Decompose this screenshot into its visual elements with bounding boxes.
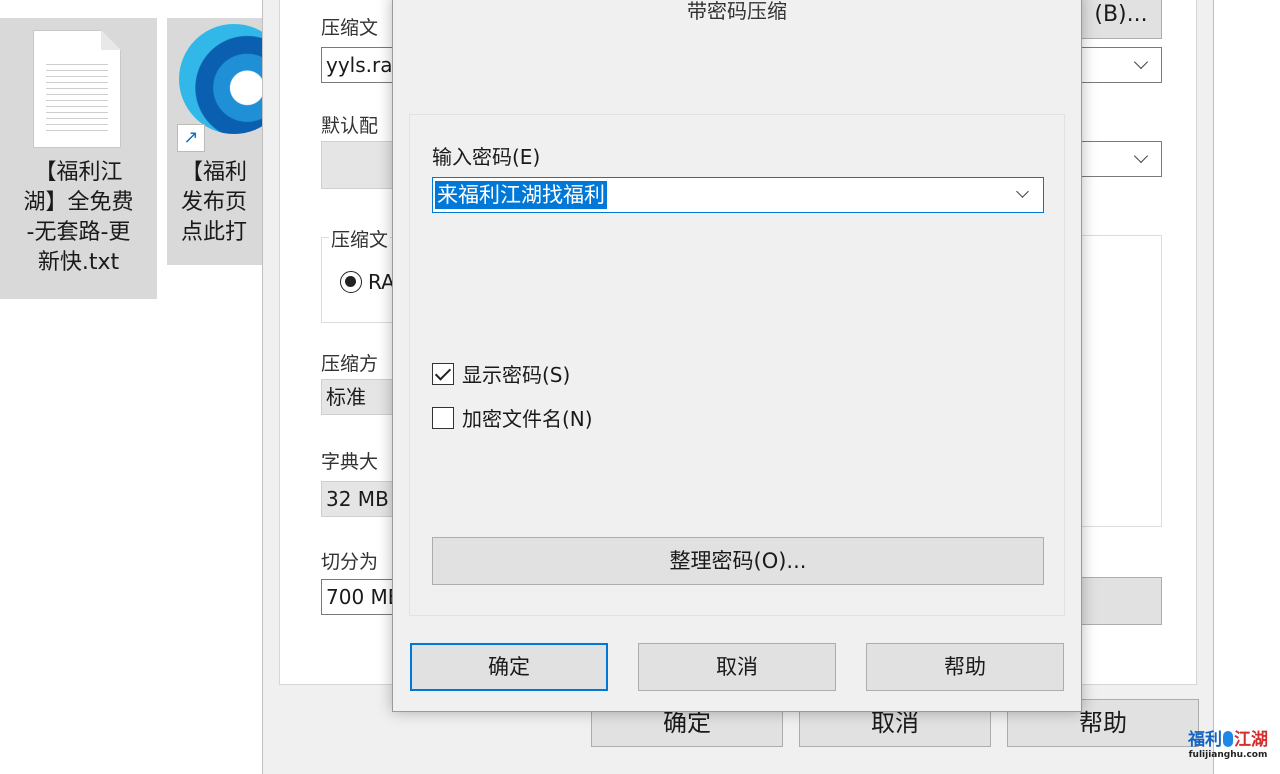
profiles-button[interactable] [321,141,401,189]
archive-name-dropdown[interactable] [1080,47,1162,83]
enter-password-label: 输入密码(E) [432,145,541,169]
radio-selected-icon [340,271,362,293]
split-volumes-label: 切分为 [321,551,379,573]
dictionary-size-select[interactable]: 32 MB [321,481,401,517]
checkbox-unchecked-icon [432,406,454,429]
chevron-down-icon [1133,54,1149,70]
show-password-label: 显示密码(S) [462,363,571,387]
checkbox-checked-icon [432,362,454,385]
desktop-icon-label: 【福利江 湖】全免费 -无套路-更 新快.txt [23,160,134,275]
site-watermark-logo: 福利 江湖 fulijianghu.com [1183,730,1273,760]
set-password-button[interactable] [1080,577,1162,625]
edge-browser-icon [179,24,263,134]
format-rar-radio[interactable]: RA [340,270,395,294]
show-password-checkbox[interactable]: 显示密码(S) [432,359,570,388]
format-option-label: RA [368,270,395,294]
encrypt-filenames-checkbox[interactable]: 加密文件名(N) [432,403,593,432]
watermark-text: 福利 江湖 [1183,730,1273,750]
dictionary-size-label: 字典大 [321,451,379,473]
mouse-icon [1223,731,1233,747]
watermark-domain: fulijianghu.com [1188,750,1268,760]
watermark-left: 福利 [1188,730,1222,750]
password-input[interactable]: 来福利江湖找福利 [432,177,1044,213]
default-profile-label: 默认配 [321,115,379,137]
archive-name-input[interactable]: yyls.rar [321,47,401,83]
split-volumes-input[interactable]: 700 MB [321,579,401,615]
desktop-icon-edge-shortcut[interactable]: ↗ 【福利 发布页 点此打 [167,18,263,265]
archive-name-label: 压缩文 [321,17,379,39]
desktop-icon-label: 【福利 发布页 点此打 [181,160,248,245]
ok-button[interactable]: 确定 [410,643,608,691]
password-group: 输入密码(E) 来福利江湖找福利 显示密码(S) 加密文件名(N) 整理密码(O… [409,114,1065,616]
chevron-down-icon[interactable] [1016,185,1029,198]
desktop-icon-txt-file[interactable]: 【福利江 湖】全免费 -无套路-更 新快.txt [0,18,157,299]
compression-method-select[interactable]: 标准 [321,379,401,415]
update-mode-dropdown[interactable] [1080,141,1162,177]
chevron-down-icon [1133,148,1149,164]
help-button[interactable]: 帮助 [866,643,1064,691]
cancel-button[interactable]: 取消 [638,643,836,691]
compression-method-label: 压缩方 [321,353,379,375]
text-file-icon [33,30,121,148]
browse-button[interactable]: (B)... [1080,0,1162,39]
watermark-right: 江湖 [1234,730,1268,750]
shortcut-arrow-icon: ↗ [177,124,205,152]
dialog-title: 带密码压缩 [687,0,787,23]
encrypt-filenames-label: 加密文件名(N) [462,407,593,431]
archive-format-label: 压缩文 [329,225,391,252]
password-dialog: 带密码压缩 输入密码(E) 来福利江湖找福利 显示密码(S) 加密文件名(N) … [392,0,1082,712]
password-value-selected: 来福利江湖找福利 [435,181,607,209]
manage-passwords-button[interactable]: 整理密码(O)... [432,537,1044,585]
